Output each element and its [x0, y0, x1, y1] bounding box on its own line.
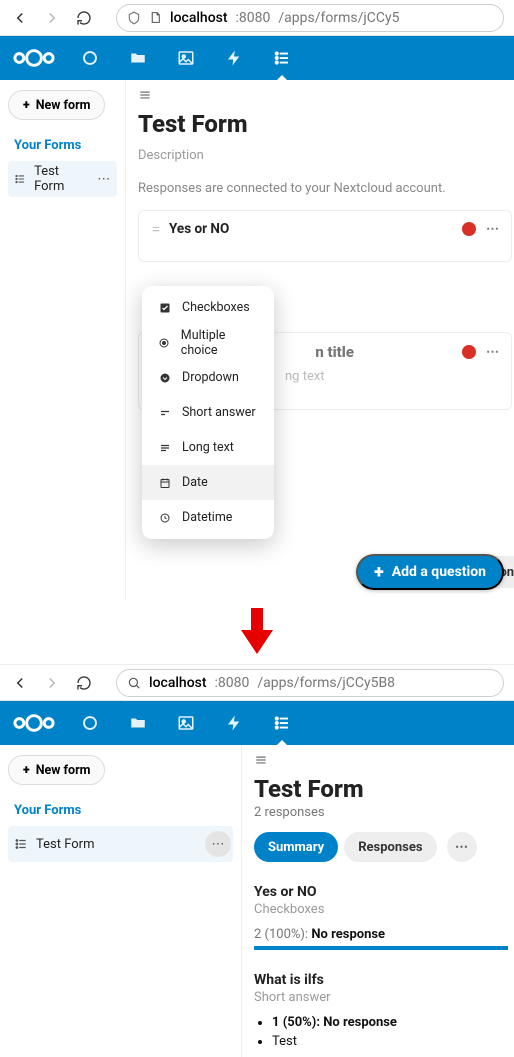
- url-port: :8080: [236, 10, 271, 26]
- summary-question-2: What is ilfs Short answer 1 (50%): No re…: [254, 972, 508, 1049]
- address-bar[interactable]: localhost :8080/apps/forms/jCCy5: [116, 4, 504, 32]
- sidebar-heading: Your Forms: [14, 803, 233, 818]
- nextcloud-logo[interactable]: [8, 47, 64, 69]
- tab-responses[interactable]: Responses: [344, 832, 436, 862]
- short-text-icon: [158, 407, 172, 419]
- warning-icon: [462, 345, 476, 359]
- add-question-label: Add a question: [392, 564, 486, 580]
- tab-summary[interactable]: Summary: [254, 832, 338, 862]
- form-description[interactable]: Description: [138, 148, 512, 163]
- nav-files[interactable]: [116, 701, 160, 745]
- summary-question-1: Yes or NO Checkboxes 2 (100%): No respon…: [254, 884, 508, 950]
- type-date[interactable]: Date: [142, 465, 274, 500]
- drag-handle-icon[interactable]: [151, 222, 161, 236]
- new-form-button[interactable]: + New form: [8, 755, 105, 785]
- reload-button[interactable]: [74, 8, 94, 28]
- form-title: Test Form: [254, 775, 508, 803]
- page-icon: [149, 11, 162, 24]
- sidebar-item-more[interactable]: ⋯: [205, 831, 231, 857]
- summary-q1-result: 2 (100%): No response: [254, 927, 508, 942]
- nav-activity[interactable]: [212, 36, 256, 80]
- summary-q2-list: 1 (50%): No response Test: [254, 1015, 508, 1049]
- hamburger-icon[interactable]: [254, 753, 508, 767]
- back-button[interactable]: [10, 8, 30, 28]
- new-form-label: New form: [36, 98, 91, 113]
- dropdown-icon: [158, 372, 172, 384]
- question-menu[interactable]: ⋯: [486, 222, 501, 237]
- address-bar[interactable]: localhost :8080/apps/forms/jCCy5B8: [116, 669, 504, 697]
- url-host: localhost: [149, 675, 207, 691]
- sidebar-item-more[interactable]: ⋯: [93, 166, 115, 192]
- plus-icon: +: [374, 562, 384, 583]
- forward-button[interactable]: [42, 673, 62, 693]
- checkbox-icon: [158, 302, 172, 314]
- nav-forms[interactable]: [260, 36, 304, 80]
- sidebar-item-label: Test Form: [34, 164, 84, 194]
- calendar-icon: [158, 477, 172, 489]
- nav-files[interactable]: [116, 36, 160, 80]
- app-toolbar: [0, 701, 514, 745]
- type-long-text[interactable]: Long text: [142, 430, 274, 465]
- plus-icon: +: [23, 98, 30, 113]
- question-subhint: ng text: [285, 369, 505, 384]
- search-icon: [127, 676, 141, 690]
- nextcloud-logo[interactable]: [8, 712, 64, 734]
- form-icon: [14, 172, 26, 186]
- url-host: localhost: [170, 10, 228, 26]
- sidebar-item-test-form[interactable]: Test Form ⋯: [8, 826, 233, 862]
- clock-icon: [158, 512, 172, 524]
- nav-photos[interactable]: [164, 701, 208, 745]
- form-hint: Responses are connected to your Nextclou…: [138, 181, 512, 196]
- type-checkboxes[interactable]: Checkboxes: [142, 290, 274, 325]
- sidebar: + New form Your Forms Test Form ⋯: [0, 80, 126, 600]
- nav-dashboard[interactable]: [68, 701, 112, 745]
- reload-button[interactable]: [74, 673, 94, 693]
- sidebar-item-test-form[interactable]: Test Form ⋯: [8, 161, 117, 197]
- new-form-label: New form: [36, 763, 91, 778]
- nav-forms[interactable]: [260, 701, 304, 745]
- warning-icon: [462, 222, 476, 236]
- sidebar-item-label: Test Form: [36, 837, 94, 852]
- new-form-button[interactable]: + New form: [8, 90, 105, 120]
- back-button[interactable]: [10, 673, 30, 693]
- question-card-1[interactable]: Yes or NO ⋯: [138, 210, 512, 262]
- add-question-button[interactable]: + Add a question: [356, 554, 504, 590]
- shield-icon: [127, 11, 141, 25]
- forward-button[interactable]: [42, 8, 62, 28]
- url-path: /apps/forms/jCCy5: [278, 10, 399, 26]
- sidebar-heading: Your Forms: [14, 138, 117, 153]
- hamburger-icon[interactable]: [138, 88, 512, 102]
- sidebar: + New form Your Forms Test Form ⋯: [0, 745, 242, 1057]
- type-short-answer[interactable]: Short answer: [142, 395, 274, 430]
- form-icon: [14, 837, 28, 851]
- url-port: :8080: [215, 675, 250, 691]
- responses-count: 2 responses: [254, 805, 508, 820]
- question-title[interactable]: Yes or NO: [169, 221, 454, 237]
- summary-q2-title: What is ilfs: [254, 972, 508, 988]
- summary-q2-type: Short answer: [254, 990, 508, 1005]
- radio-icon: [158, 337, 171, 349]
- summary-q1-title: Yes or NO: [254, 884, 508, 900]
- app-toolbar: [0, 36, 514, 80]
- type-dropdown[interactable]: Dropdown: [142, 360, 274, 395]
- form-title[interactable]: Test Form: [138, 110, 512, 138]
- nav-activity[interactable]: [212, 701, 256, 745]
- question-type-popover: Checkboxes Multiple choice Dropdown Shor…: [142, 286, 274, 539]
- result-bar: [254, 946, 508, 950]
- main-content: Test Form 2 responses Summary Responses …: [242, 745, 514, 1057]
- red-arrow: [0, 600, 514, 664]
- plus-icon: +: [23, 763, 30, 778]
- summary-q1-type: Checkboxes: [254, 902, 508, 917]
- nav-dashboard[interactable]: [68, 36, 112, 80]
- type-multiple-choice[interactable]: Multiple choice: [142, 325, 274, 360]
- tab-more[interactable]: ⋯: [447, 832, 477, 862]
- type-datetime[interactable]: Datetime: [142, 500, 274, 535]
- long-text-icon: [158, 442, 172, 454]
- nav-photos[interactable]: [164, 36, 208, 80]
- url-path: /apps/forms/jCCy5B8: [257, 675, 395, 691]
- question-menu[interactable]: ⋯: [486, 345, 501, 360]
